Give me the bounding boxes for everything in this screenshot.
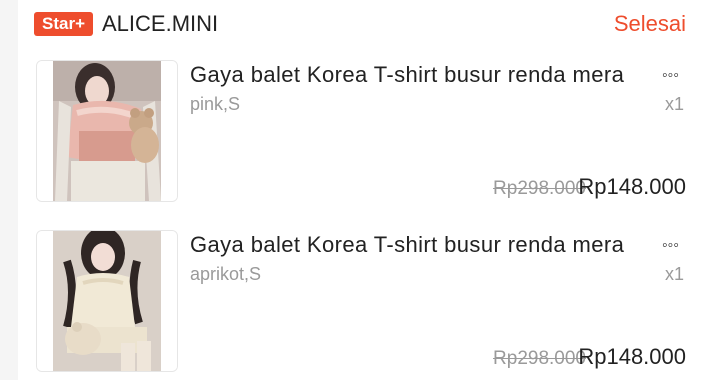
order-item[interactable]: Gaya balet Korea T-shirt busur renda mer… — [18, 60, 704, 206]
shop-header[interactable]: Star+ ALICE.MINI Selesai — [18, 0, 704, 50]
product-quantity: x1 — [664, 94, 684, 114]
order-item[interactable]: Gaya balet Korea T-shirt busur renda mer… — [18, 230, 704, 376]
ellipsis-icon: ◦◦◦ — [662, 237, 680, 254]
sale-price: Rp148.000 — [578, 174, 686, 199]
product-image[interactable] — [36, 60, 178, 202]
product-photo-pink — [37, 61, 177, 201]
ellipsis-icon: ◦◦◦ — [662, 67, 680, 84]
product-image[interactable] — [36, 230, 178, 372]
sale-price: Rp148.000 — [578, 344, 686, 369]
order-card: Star+ ALICE.MINI Selesai Gaya balet Kore… — [18, 0, 704, 380]
product-variant: pink,S — [190, 94, 241, 114]
product-title: Gaya balet Korea T-shirt busur renda mer… — [190, 62, 625, 87]
order-status: Selesai — [613, 11, 686, 36]
product-quantity: x1 — [664, 264, 684, 284]
product-variant: aprikot,S — [190, 264, 262, 284]
product-title: Gaya balet Korea T-shirt busur renda mer… — [190, 232, 625, 257]
product-photo-apricot — [37, 231, 177, 371]
original-price: Rp298.000 — [493, 178, 586, 199]
star-plus-badge: Star+ — [34, 12, 93, 36]
shop-name[interactable]: ALICE.MINI — [102, 10, 218, 38]
original-price: Rp298.000 — [493, 348, 586, 369]
